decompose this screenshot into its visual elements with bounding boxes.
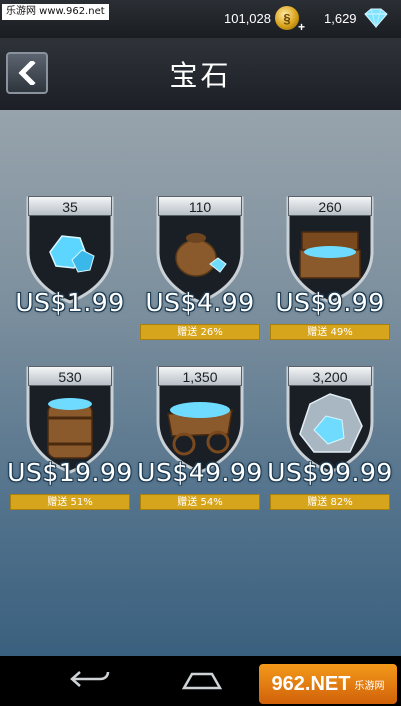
watermark: 乐游网 www.962.net: [2, 4, 109, 20]
watermark-main: 962.NET: [271, 672, 351, 695]
bonus-label: 赠送 26%: [140, 324, 260, 340]
bonus-label: 赠送 82%: [270, 494, 390, 510]
watermark-sub: 乐游网: [354, 680, 385, 692]
gem-store: 35 US$1.99 110 US$4.99 赠送 26% 260 US$9.9…: [0, 110, 401, 656]
gem-pack-1350[interactable]: 1,350 US$49.99 赠送 54%: [137, 364, 262, 534]
price-label: US$19.99: [7, 458, 133, 487]
gem-count: 1,629: [324, 10, 357, 26]
gem-amount: 35: [28, 196, 112, 216]
status-strip: 乐游网 www.962.net 101,028 § + 1,629: [0, 0, 401, 38]
coin-count: 101,028: [224, 10, 271, 26]
gem-balance[interactable]: 1,629: [324, 7, 391, 29]
bonus-label: 赠送 54%: [140, 494, 260, 510]
coin-balance[interactable]: 101,028 § +: [224, 6, 305, 34]
gem-amount: 3,200: [288, 366, 372, 386]
price-label: US$9.99: [275, 288, 385, 317]
page-title: 宝石: [169, 59, 232, 92]
price-label: US$4.99: [145, 288, 255, 317]
gem-pack-530[interactable]: 530 US$19.99 赠送 51%: [7, 364, 132, 534]
watermark-logo: 962.NET 乐游网: [259, 664, 397, 704]
gem-pack-3200[interactable]: 3,200 US$99.99 赠送 82%: [267, 364, 392, 534]
nav-back-icon[interactable]: [68, 668, 112, 690]
gem-pack-110[interactable]: 110 US$4.99 赠送 26%: [140, 194, 260, 364]
gem-pack-260[interactable]: 260 US$9.99 赠送 49%: [270, 194, 390, 364]
gem-pack-35[interactable]: 35 US$1.99: [10, 194, 130, 364]
gem-amount: 1,350: [158, 366, 242, 386]
gem-amount: 260: [288, 196, 372, 216]
price-label: US$99.99: [267, 458, 393, 487]
bonus-label: 赠送 49%: [270, 324, 390, 340]
system-nav-bar: 962.NET 乐游网: [0, 656, 401, 706]
gem-amount: 110: [158, 196, 242, 216]
page-header: 宝石: [0, 38, 401, 112]
bonus-label: 赠送 51%: [10, 494, 130, 510]
nav-home-icon[interactable]: [180, 670, 224, 690]
price-label: US$49.99: [137, 458, 263, 487]
gold-coin-icon: § +: [275, 6, 305, 34]
price-label: US$1.99: [15, 288, 125, 317]
gem-amount: 530: [28, 366, 112, 386]
diamond-icon: [363, 8, 388, 28]
